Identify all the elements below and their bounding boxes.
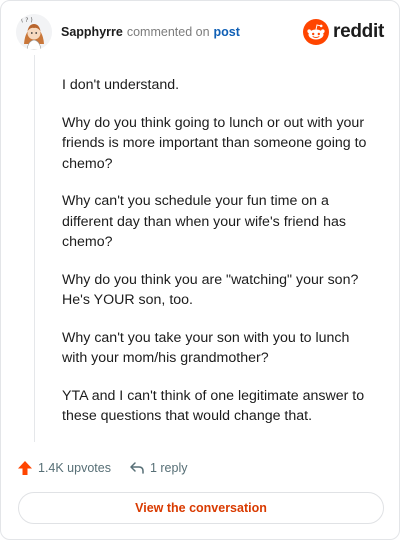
comment-paragraph: YTA and I can't think of one legitimate … [62, 387, 365, 425]
author-name[interactable]: Sapphyrre [61, 25, 123, 39]
comment-paragraph: I don't understand. [62, 77, 180, 93]
thread-line [34, 55, 35, 442]
comment-meta: Sapphyrre commented on post [61, 25, 240, 39]
comment-header: ( ? ) Sapphyrre commented on post reddit [16, 14, 384, 50]
comment-paragraph: Why can't you take your son with you to … [62, 329, 350, 367]
reddit-snoo-icon [303, 19, 330, 45]
commented-on-text: commented on [126, 25, 210, 39]
svg-text:( ? ): ( ? ) [21, 17, 33, 24]
upvote-count: 1.4K upvotes [38, 461, 111, 475]
reply-arrow-icon [130, 462, 144, 474]
comment-body: I don't understand. Why do you think goi… [62, 75, 377, 444]
comment-card: ( ? ) Sapphyrre commented on post reddit [0, 0, 400, 540]
avatar[interactable]: ( ? ) [16, 14, 52, 50]
comment-paragraph: Why do you think you are "watching" your… [62, 271, 359, 309]
comment-paragraph: Why do you think going to lunch or out w… [62, 114, 367, 172]
view-conversation-button[interactable]: View the conversation [18, 492, 384, 524]
reddit-logo[interactable]: reddit [303, 19, 384, 45]
upvote-button[interactable]: 1.4K upvotes [17, 460, 111, 476]
upvote-arrow-icon [18, 461, 32, 475]
view-conversation-label: View the conversation [135, 501, 267, 515]
reply-button[interactable]: 1 reply [129, 460, 188, 476]
comment-actions: 1.4K upvotes 1 reply [17, 457, 188, 479]
avatar-icon: ( ? ) [16, 14, 52, 50]
brand-wordmark: reddit [333, 21, 384, 42]
comment-paragraph: Why can't you schedule your fun time on … [62, 193, 346, 250]
reply-count: 1 reply [149, 461, 188, 475]
post-link[interactable]: post [214, 25, 240, 39]
